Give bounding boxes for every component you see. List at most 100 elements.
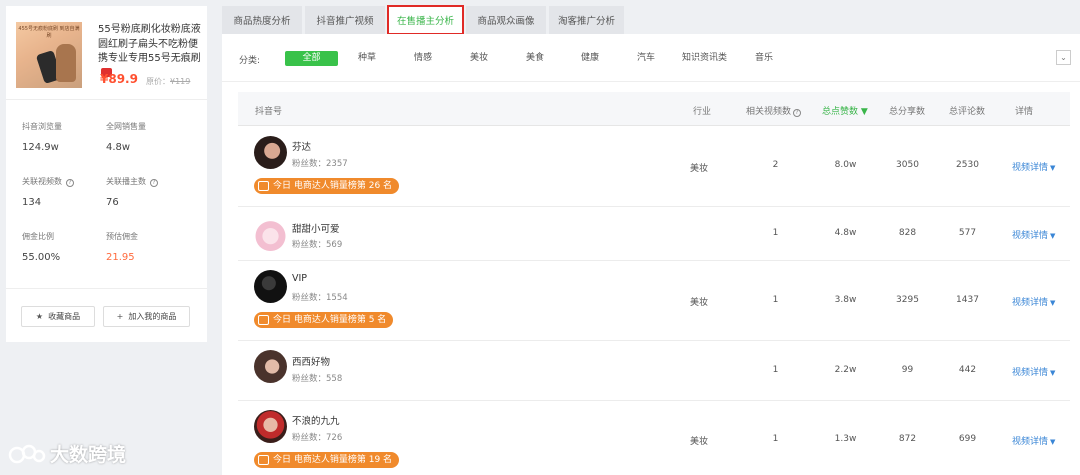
col-total-likes[interactable]: 总点赞数 ▼ <box>822 104 868 117</box>
account-name[interactable]: VIP <box>292 273 307 284</box>
shop-bag-icon <box>258 455 269 465</box>
stat-label: 预估佣金 <box>106 232 138 241</box>
button-label: 加入我的商品 <box>128 312 177 321</box>
cell-shares: 99 <box>901 365 914 375</box>
detail-label: 视频详情 <box>1012 368 1049 378</box>
help-icon[interactable]: ? <box>150 179 158 187</box>
detail-label: 视频详情 <box>1012 298 1049 308</box>
detail-label: 视频详情 <box>1012 163 1049 173</box>
caret-down-icon: ▼ <box>1050 164 1056 172</box>
video-detail-link[interactable]: 视频详情 ▼ <box>1012 228 1055 241</box>
stat-label: 全网销售量 <box>106 122 146 131</box>
tab-audience-profile[interactable]: 商品观众画像 <box>466 6 546 34</box>
cell-videos: 1 <box>772 434 779 444</box>
cell-shares: 828 <box>898 228 917 238</box>
filter-car[interactable]: 汽车 <box>637 51 655 66</box>
detail-label: 视频详情 <box>1012 231 1049 241</box>
rank-badge: 今日 电商达人销量榜第 5 名 <box>254 312 394 328</box>
table-row: 芬达 粉丝数：2357 今日 电商达人销量榜第 26 名 美妆 2 8.0w 3… <box>238 126 1070 207</box>
tab-selling-hosts[interactable]: 在售播主分析 <box>387 5 464 35</box>
stat-label: 抖音浏览量 <box>22 122 62 131</box>
filter-emotion[interactable]: 情感 <box>414 51 432 66</box>
video-detail-link[interactable]: 视频详情 ▼ <box>1012 160 1055 173</box>
cell-likes: 4.8w <box>834 228 857 238</box>
button-label: 收藏商品 <box>48 312 81 321</box>
avatar[interactable] <box>254 136 287 169</box>
stat-label: 关联视频数 <box>22 177 62 186</box>
col-total-shares[interactable]: 总分享数 <box>889 104 925 117</box>
watermark-text: 大数跨境 <box>50 444 127 466</box>
caret-down-icon: ▼ <box>1050 438 1056 446</box>
help-icon[interactable]: ? <box>793 109 802 117</box>
avatar[interactable] <box>254 270 287 303</box>
col-label: 相关视频数 <box>746 107 792 117</box>
filter-music[interactable]: 音乐 <box>755 51 773 66</box>
filter-seeding[interactable]: 种草 <box>358 51 376 66</box>
main-panel: 分类: 全部 种草 情感 美妆 美食 健康 汽车 知识资讯类 音乐 ⌄ 抖音号 … <box>222 34 1080 475</box>
fan-count: 粉丝数：558 <box>292 374 343 384</box>
add-to-my-products-button[interactable]: + 加入我的商品 <box>103 306 190 327</box>
video-detail-link[interactable]: 视频详情 ▼ <box>1012 295 1055 308</box>
avatar[interactable] <box>254 218 287 251</box>
table-row: VIP 粉丝数：1554 今日 电商达人销量榜第 5 名 美妆 1 3.8w 3… <box>238 261 1070 341</box>
help-icon[interactable]: ? <box>66 179 74 187</box>
account-name[interactable]: 芬达 <box>292 139 311 153</box>
video-detail-link[interactable]: 视频详情 ▼ <box>1012 365 1055 378</box>
product-thumbnail[interactable]: 455号无痕粉底刷 到店自满刷 <box>16 22 82 88</box>
chevron-down-icon[interactable]: ⌄ <box>1056 50 1071 65</box>
cell-videos: 1 <box>772 365 779 375</box>
cell-comments: 577 <box>958 228 977 238</box>
filter-beauty[interactable]: 美妆 <box>470 51 488 66</box>
stat-douyin-views: 抖音浏览量 124.9w <box>22 122 62 154</box>
cell-shares: 872 <box>898 434 917 444</box>
account-name[interactable]: 不浪的九九 <box>292 413 340 427</box>
rank-badge-text: 今日 电商达人销量榜第 19 名 <box>273 455 393 465</box>
product-card: 455号无痕粉底刷 到店自满刷 55号粉底刷化妆粉底液圆红刷子扁头不吃粉便携专业… <box>6 6 207 342</box>
cell-shares: 3295 <box>896 295 919 305</box>
table-row: 甜甜小可爱 粉丝数：569 1 4.8w 828 577 视频详情 ▼ <box>238 207 1070 261</box>
col-related-videos[interactable]: 相关视频数? <box>746 104 802 117</box>
category-filter-bar: 分类: 全部 种草 情感 美妆 美食 健康 汽车 知识资讯类 音乐 ⌄ <box>222 34 1080 82</box>
cell-industry: 美妆 <box>689 437 708 447</box>
filter-food[interactable]: 美食 <box>526 51 544 66</box>
star-icon: ★ <box>35 312 44 321</box>
tab-product-heat[interactable]: 商品热度分析 <box>222 6 302 34</box>
stat-value: 124.9w <box>22 142 59 153</box>
host-table: 抖音号 行业 相关视频数? 总点赞数 ▼ 总分享数 总评论数 详情 芬达 粉丝数… <box>238 92 1070 475</box>
cell-comments: 1437 <box>956 295 979 305</box>
avatar[interactable] <box>254 410 287 443</box>
avatar[interactable] <box>254 350 287 383</box>
filter-label: 分类: <box>239 56 261 66</box>
cell-comments: 442 <box>958 365 977 375</box>
filter-all[interactable]: 全部 <box>285 51 338 66</box>
rank-badge-text: 今日 电商达人销量榜第 5 名 <box>273 315 387 325</box>
analysis-tabs: 商品热度分析 抖音推广视频 在售播主分析 商品观众画像 淘客推广分析 <box>222 5 627 35</box>
account-name[interactable]: 甜甜小可爱 <box>292 221 340 235</box>
col-total-comments[interactable]: 总评论数 <box>949 104 985 117</box>
cell-comments: 699 <box>958 434 977 444</box>
cell-shares: 3050 <box>896 160 919 170</box>
stat-total-sales: 全网销售量 4.8w <box>106 122 146 154</box>
stat-value: 4.8w <box>106 142 131 153</box>
video-detail-link[interactable]: 视频详情 ▼ <box>1012 434 1055 447</box>
fan-count: 粉丝数：1554 <box>292 293 348 303</box>
product-title-text: 55号粉底刷化妆粉底液圆红刷子扁头不吃粉便携专业专用55号无痕刷 <box>98 24 201 64</box>
cell-likes: 3.8w <box>834 295 857 305</box>
tab-taoke-promo[interactable]: 淘客推广分析 <box>549 6 624 34</box>
tab-promo-videos[interactable]: 抖音推广视频 <box>305 6 385 34</box>
watermark: 大数跨境 <box>8 440 126 467</box>
table-row: 西西好物 粉丝数：558 1 2.2w 99 442 视频详情 ▼ <box>238 341 1070 401</box>
thumbnail-caption: 455号无痕粉底刷 到店自满刷 <box>18 26 80 39</box>
stat-related-hosts: 关联播主数? 76 <box>106 177 158 209</box>
stat-commission-rate: 佣金比例 55.00% <box>22 232 60 264</box>
cell-videos: 1 <box>772 228 779 238</box>
filter-knowledge[interactable]: 知识资讯类 <box>682 51 727 66</box>
favorite-product-button[interactable]: ★ 收藏商品 <box>21 306 95 327</box>
account-name[interactable]: 西西好物 <box>292 354 330 368</box>
stat-label: 关联播主数 <box>106 177 146 186</box>
filter-health[interactable]: 健康 <box>581 51 599 66</box>
pouch-graphic <box>56 44 76 82</box>
stat-value: 55.00% <box>22 252 61 263</box>
fan-count: 粉丝数：2357 <box>292 159 348 169</box>
col-industry: 行业 <box>693 107 712 117</box>
